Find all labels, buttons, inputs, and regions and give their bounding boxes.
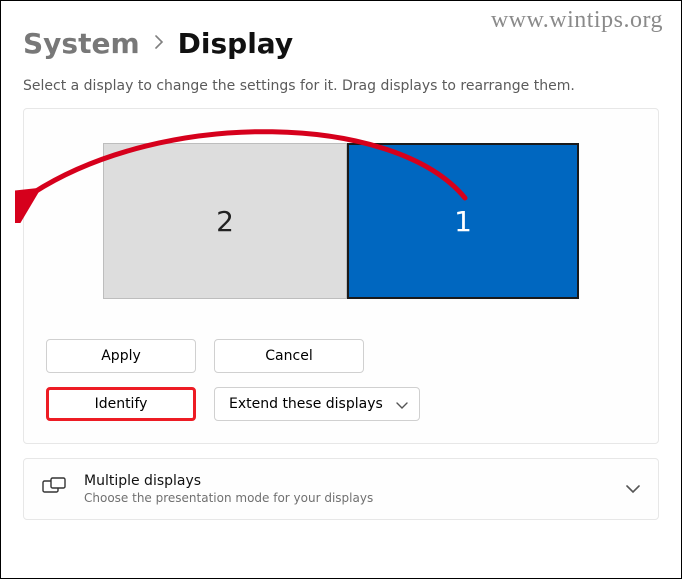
multiple-displays-card[interactable]: Multiple displays Choose the presentatio… — [23, 458, 659, 520]
instruction-text: Select a display to change the settings … — [23, 78, 659, 94]
identify-button[interactable]: Identify — [46, 387, 196, 421]
display-mode-selected[interactable]: Extend these displays — [214, 387, 420, 421]
chevron-down-icon — [626, 480, 640, 499]
apply-button[interactable]: Apply — [46, 339, 196, 373]
monitor-arrangement: 2 1 — [46, 143, 636, 299]
breadcrumb-parent[interactable]: System — [23, 27, 140, 60]
watermark: www.wintips.org — [491, 7, 663, 34]
multiple-displays-title: Multiple displays — [84, 473, 608, 489]
display-arrangement-card: 2 1 Apply Cancel Identify Extend these d… — [23, 108, 659, 444]
cancel-button[interactable]: Cancel — [214, 339, 364, 373]
breadcrumb-current: Display — [178, 27, 293, 60]
display-mode-select[interactable]: Extend these displays — [214, 387, 420, 421]
multiple-displays-subtitle: Choose the presentation mode for your di… — [84, 491, 608, 505]
monitor-1[interactable]: 1 — [347, 143, 579, 299]
monitor-2[interactable]: 2 — [103, 143, 347, 299]
multiple-displays-icon — [42, 477, 66, 501]
chevron-right-icon — [154, 33, 164, 54]
